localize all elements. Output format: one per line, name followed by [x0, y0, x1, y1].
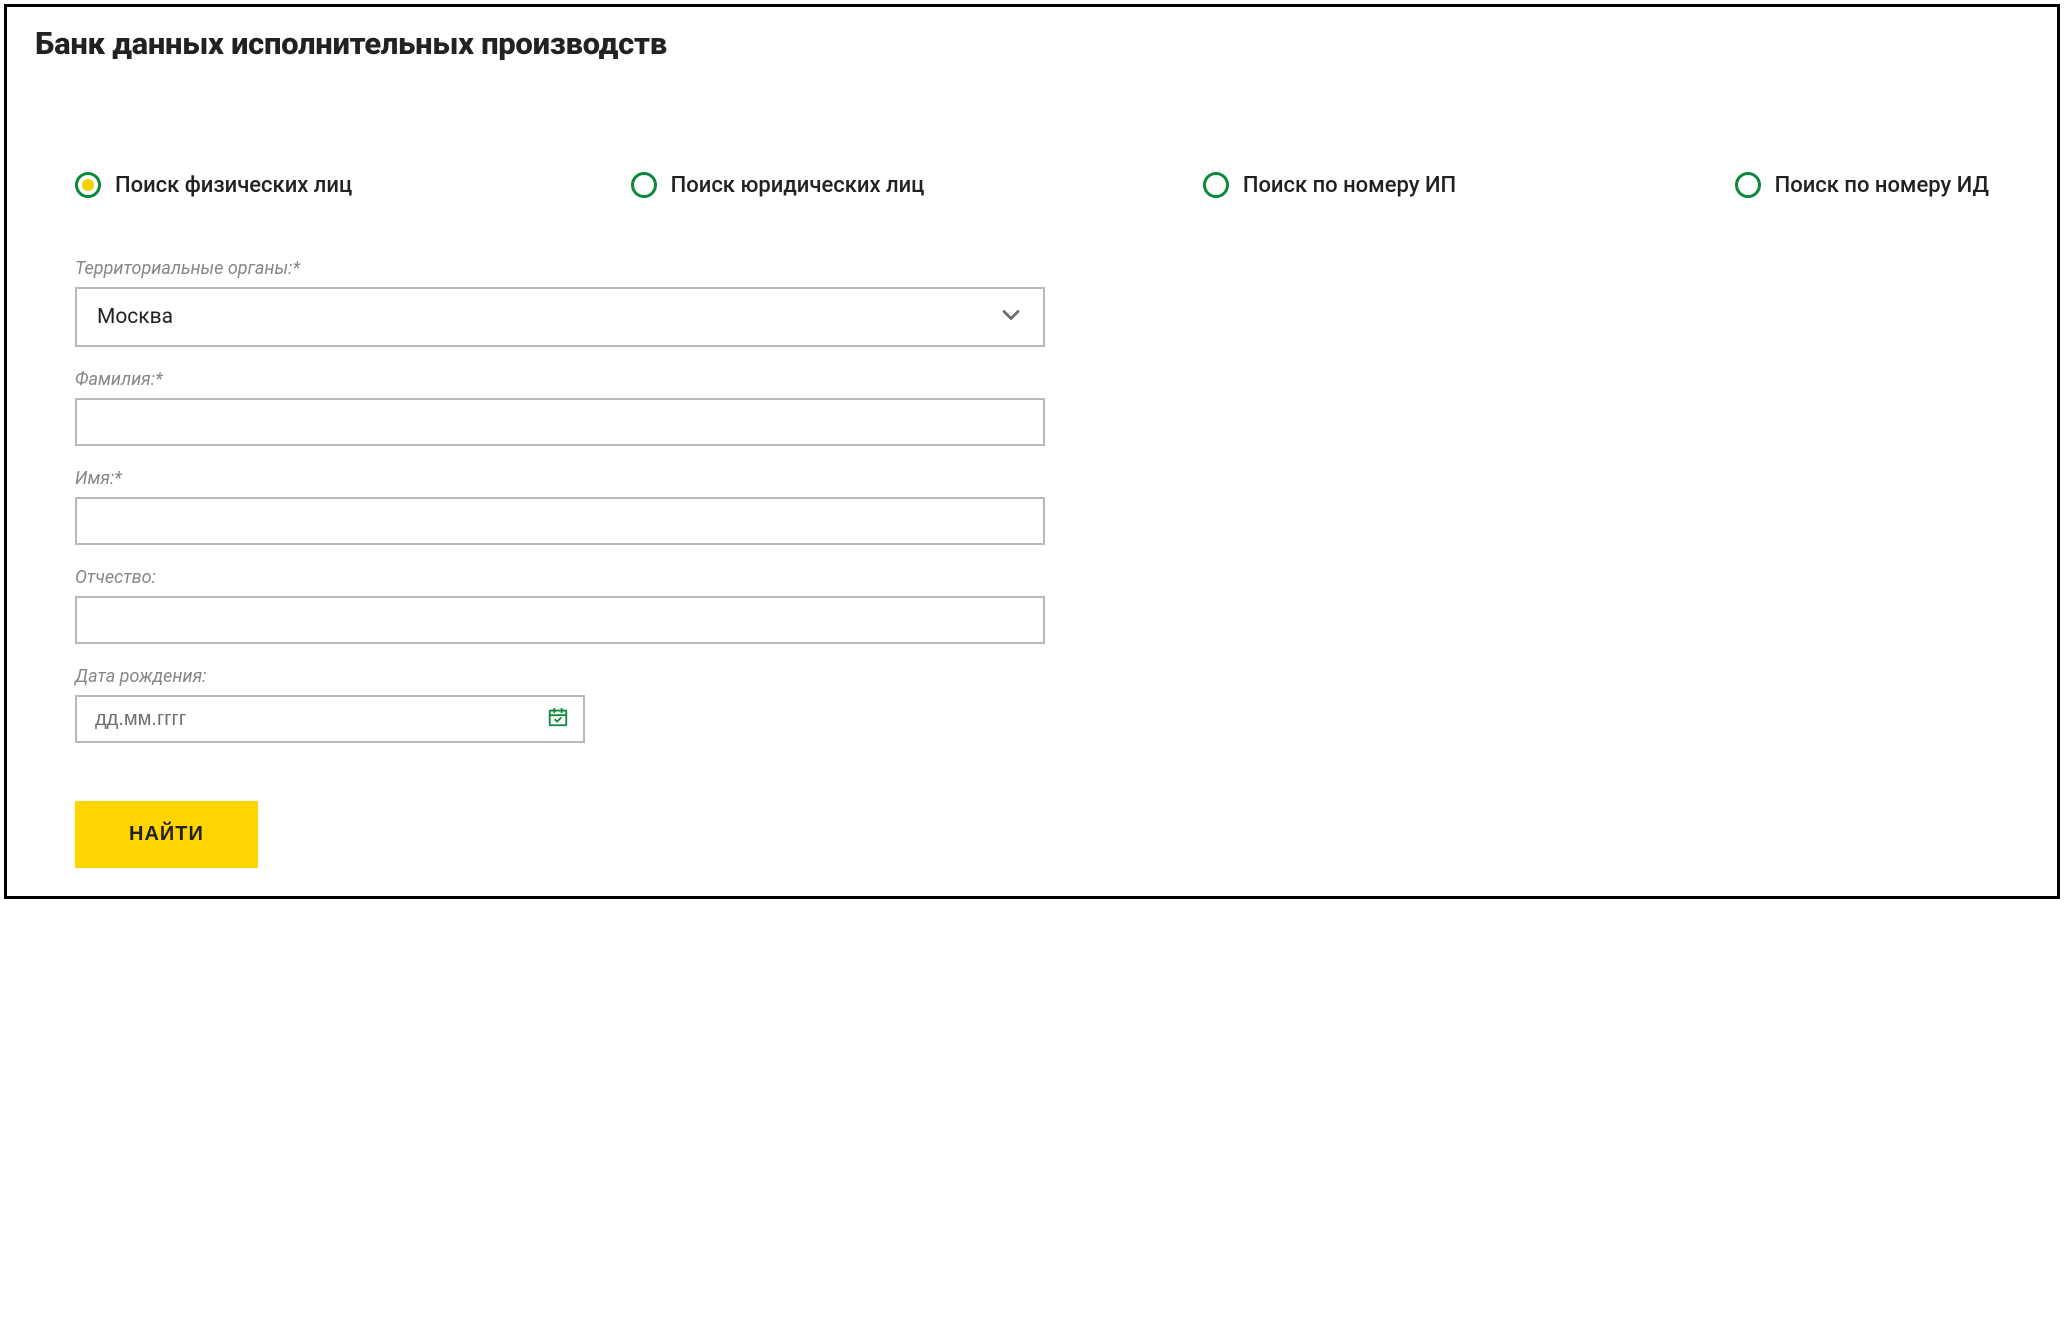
search-form: Территориальные органы:* Москва Фамилия:…	[75, 258, 1045, 868]
region-label: Территориальные органы:*	[75, 258, 1045, 279]
search-type-tabs: Поиск физических лиц Поиск юридических л…	[75, 172, 1989, 198]
surname-field-group: Фамилия:*	[75, 369, 1045, 446]
patronymic-field-group: Отчество:	[75, 567, 1045, 644]
tab-id-number[interactable]: Поиск по номеру ИД	[1735, 172, 1989, 198]
tab-label: Поиск по номеру ИП	[1243, 173, 1456, 198]
name-input[interactable]	[75, 497, 1045, 545]
radio-icon	[631, 172, 657, 198]
patronymic-input[interactable]	[75, 596, 1045, 644]
radio-icon	[1203, 172, 1229, 198]
tab-legal-entities[interactable]: Поиск юридических лиц	[631, 172, 925, 198]
dob-label: Дата рождения:	[75, 666, 1045, 687]
region-select[interactable]: Москва	[75, 287, 1045, 347]
name-field-group: Имя:*	[75, 468, 1045, 545]
patronymic-label: Отчество:	[75, 567, 1045, 588]
page-frame: Банк данных исполнительных производств П…	[4, 4, 2060, 899]
search-button[interactable]: НАЙТИ	[75, 801, 258, 868]
surname-input[interactable]	[75, 398, 1045, 446]
tab-label: Поиск физических лиц	[115, 173, 352, 198]
dob-input[interactable]	[75, 695, 585, 743]
dob-field-group: Дата рождения:	[75, 666, 1045, 743]
dob-input-wrap	[75, 695, 585, 743]
tab-label: Поиск юридических лиц	[671, 173, 925, 198]
radio-icon	[1735, 172, 1761, 198]
tab-label: Поиск по номеру ИД	[1775, 173, 1989, 198]
region-field-group: Территориальные органы:* Москва	[75, 258, 1045, 347]
page-title: Банк данных исполнительных производств	[35, 25, 2029, 62]
surname-label: Фамилия:*	[75, 369, 1045, 390]
radio-icon	[75, 172, 101, 198]
name-label: Имя:*	[75, 468, 1045, 489]
content-area: Поиск физических лиц Поиск юридических л…	[35, 172, 2029, 868]
tab-ip-number[interactable]: Поиск по номеру ИП	[1203, 172, 1456, 198]
region-select-wrap: Москва	[75, 287, 1045, 347]
region-value: Москва	[97, 305, 173, 329]
tab-individuals[interactable]: Поиск физических лиц	[75, 172, 352, 198]
